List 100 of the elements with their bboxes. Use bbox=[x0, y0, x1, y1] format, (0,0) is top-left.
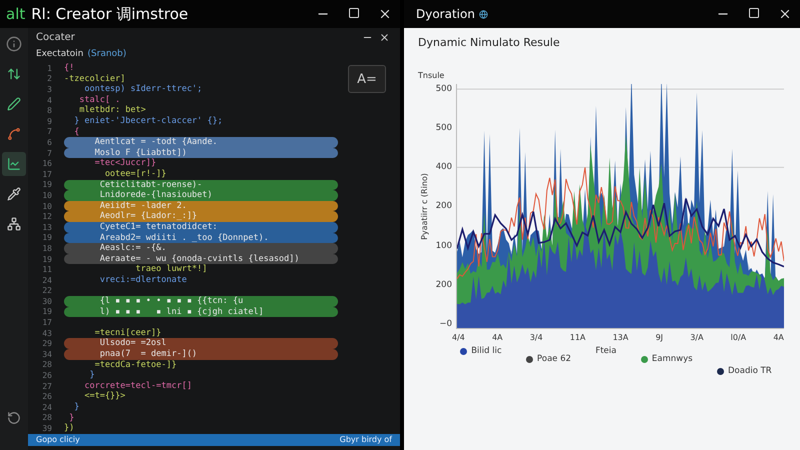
line-number: 8 bbox=[46, 106, 53, 116]
legend-label: Fteia bbox=[595, 346, 616, 356]
tick-label: 3/A bbox=[690, 333, 704, 342]
tick-label: 9J bbox=[656, 333, 664, 342]
tick-label: l0/A bbox=[730, 333, 746, 342]
file-header: Exectatoin bbox=[36, 49, 84, 60]
code-line: <=t={}}> bbox=[83, 391, 126, 402]
line-number: 2 bbox=[46, 74, 53, 84]
arrows-icon bbox=[7, 67, 21, 81]
line-number: 19 bbox=[41, 307, 53, 316]
legend-label: Eamnwys bbox=[652, 354, 693, 364]
line-number: 24 bbox=[41, 276, 53, 285]
maximize-icon[interactable] bbox=[748, 7, 760, 19]
code-line: { bbox=[73, 126, 80, 138]
code-line: ootee=[r!-]} bbox=[104, 168, 166, 180]
file-note: (Sranob) bbox=[88, 49, 126, 60]
line-number: 10 bbox=[41, 190, 53, 200]
line-number: 43 bbox=[41, 328, 53, 338]
status-text: Gopo cliciy bbox=[36, 435, 80, 444]
tick-label: 200 bbox=[436, 201, 452, 212]
code-line: {! bbox=[64, 63, 74, 74]
line-number: 39 bbox=[41, 424, 53, 434]
line-number: 24 bbox=[41, 402, 53, 412]
line-number: 29 bbox=[41, 339, 53, 348]
status-text: Gbyr birdy of bbox=[340, 435, 392, 444]
legend-label: Bilid lic bbox=[471, 346, 502, 356]
format-button[interactable]: A= bbox=[348, 65, 386, 94]
tick-label: 13A bbox=[612, 333, 628, 342]
line-number: 9 bbox=[46, 116, 53, 126]
code-line: vreci:=dlertonate bbox=[98, 274, 187, 286]
code-line: } bbox=[74, 402, 80, 413]
code-line: Aeraate= - wu {onoda-cvintls {lesasod]) bbox=[64, 254, 338, 264]
tick-label: 500 bbox=[436, 84, 452, 94]
line-number: 7 bbox=[46, 148, 53, 158]
tick-label: −0 bbox=[439, 318, 452, 329]
editor-tab[interactable]: Cocater bbox=[36, 32, 75, 44]
info-icon[interactable] bbox=[6, 36, 22, 52]
chart-icon bbox=[7, 157, 21, 171]
maximize-icon[interactable] bbox=[348, 7, 360, 19]
pipette-icon bbox=[7, 187, 21, 201]
legend-label: Doadio TR bbox=[728, 366, 772, 376]
window-title: Dyoration bbox=[416, 7, 475, 21]
code-line: Ceticlitabt-roense)- bbox=[64, 180, 338, 190]
code-line: Ulsodo= =2osl bbox=[64, 338, 338, 350]
code-line: Moslo F {Liabtbt]) bbox=[64, 148, 338, 158]
tick-label: 100 bbox=[436, 240, 452, 251]
tick-label: 4A bbox=[492, 333, 503, 342]
code-line: -tzecolcier] bbox=[64, 74, 126, 84]
tick-label: 4A bbox=[773, 333, 784, 342]
code-line: Areabd2= wdiiti . _too {Donnpet). bbox=[64, 232, 338, 244]
code-line: Aeiidt= -lader 2. bbox=[64, 200, 338, 212]
tick-label: 3/4 bbox=[530, 333, 543, 342]
code-line: traeo luwrt*!] bbox=[134, 264, 208, 275]
line-number: 30 bbox=[41, 296, 53, 306]
tick-label: 4/4 bbox=[452, 333, 465, 342]
code-line: oontesp) sIderr-ttrec'; bbox=[83, 84, 202, 95]
code-line: l) ▪ ▪ ▪ ▪ lni ▪ {cjgh ciatel] bbox=[64, 306, 338, 318]
line-number: 19 bbox=[41, 180, 53, 190]
line-number: 3 bbox=[46, 85, 53, 94]
history-icon[interactable] bbox=[7, 411, 21, 425]
code-line: pnaa(7 = demir-]() bbox=[64, 349, 338, 360]
line-number: 11 bbox=[41, 265, 53, 274]
code-line: =tecni[ceer]} bbox=[94, 328, 162, 338]
pen-icon bbox=[7, 97, 21, 111]
close-icon[interactable] bbox=[778, 7, 792, 21]
code-line: mletbdr: bet> bbox=[78, 105, 146, 116]
axis-label: Pyaatiirr c (Rino) bbox=[420, 173, 428, 240]
axis-title: Tnsule bbox=[418, 71, 446, 80]
code-line: Lnidorede-{lnasioubet) bbox=[64, 190, 338, 201]
tick-label: 400 bbox=[436, 162, 452, 172]
code-line: Aeaslc:= -{&. bbox=[64, 243, 338, 254]
app-label: alt bbox=[6, 5, 26, 23]
line-number: 28 bbox=[41, 413, 53, 422]
line-number: 1 bbox=[46, 64, 53, 73]
line-number: 19 bbox=[41, 254, 53, 264]
line-number: 34 bbox=[41, 350, 53, 359]
code-line: Aentlcat = -todt {Aande. bbox=[64, 137, 338, 148]
chart-title: Dynamic Nimulato Resule bbox=[418, 36, 561, 49]
line-number: 18 bbox=[41, 244, 53, 253]
tick-label: 11A bbox=[570, 333, 586, 342]
close-icon[interactable] bbox=[379, 32, 390, 44]
line-number: 17 bbox=[41, 170, 53, 179]
legend-label: Poae 62 bbox=[537, 354, 572, 364]
line-number: 28 bbox=[41, 360, 53, 370]
activity-button[interactable] bbox=[2, 152, 26, 176]
line-number: 19 bbox=[41, 233, 53, 242]
code-line: CyeteC1= tetnatodidcet: bbox=[64, 222, 338, 233]
line-number: 4 bbox=[46, 96, 53, 105]
line-number: 16 bbox=[41, 159, 53, 168]
close-icon[interactable] bbox=[378, 7, 392, 21]
line-number: 7 bbox=[46, 127, 53, 136]
window-title: Rl: Creator 调imstroe bbox=[31, 4, 188, 24]
code-line: corcrete=tecl-=tmcr[] bbox=[83, 380, 192, 392]
line-number: 10 bbox=[41, 202, 53, 211]
line-number: 22 bbox=[41, 286, 53, 296]
line-number: 13 bbox=[41, 222, 53, 232]
line-number: 6 bbox=[46, 138, 53, 147]
code-line: Aeodlr= {Lador:_:]} bbox=[64, 211, 338, 222]
code-line: stalc[ . bbox=[78, 94, 120, 106]
line-number: 12 bbox=[41, 212, 53, 222]
